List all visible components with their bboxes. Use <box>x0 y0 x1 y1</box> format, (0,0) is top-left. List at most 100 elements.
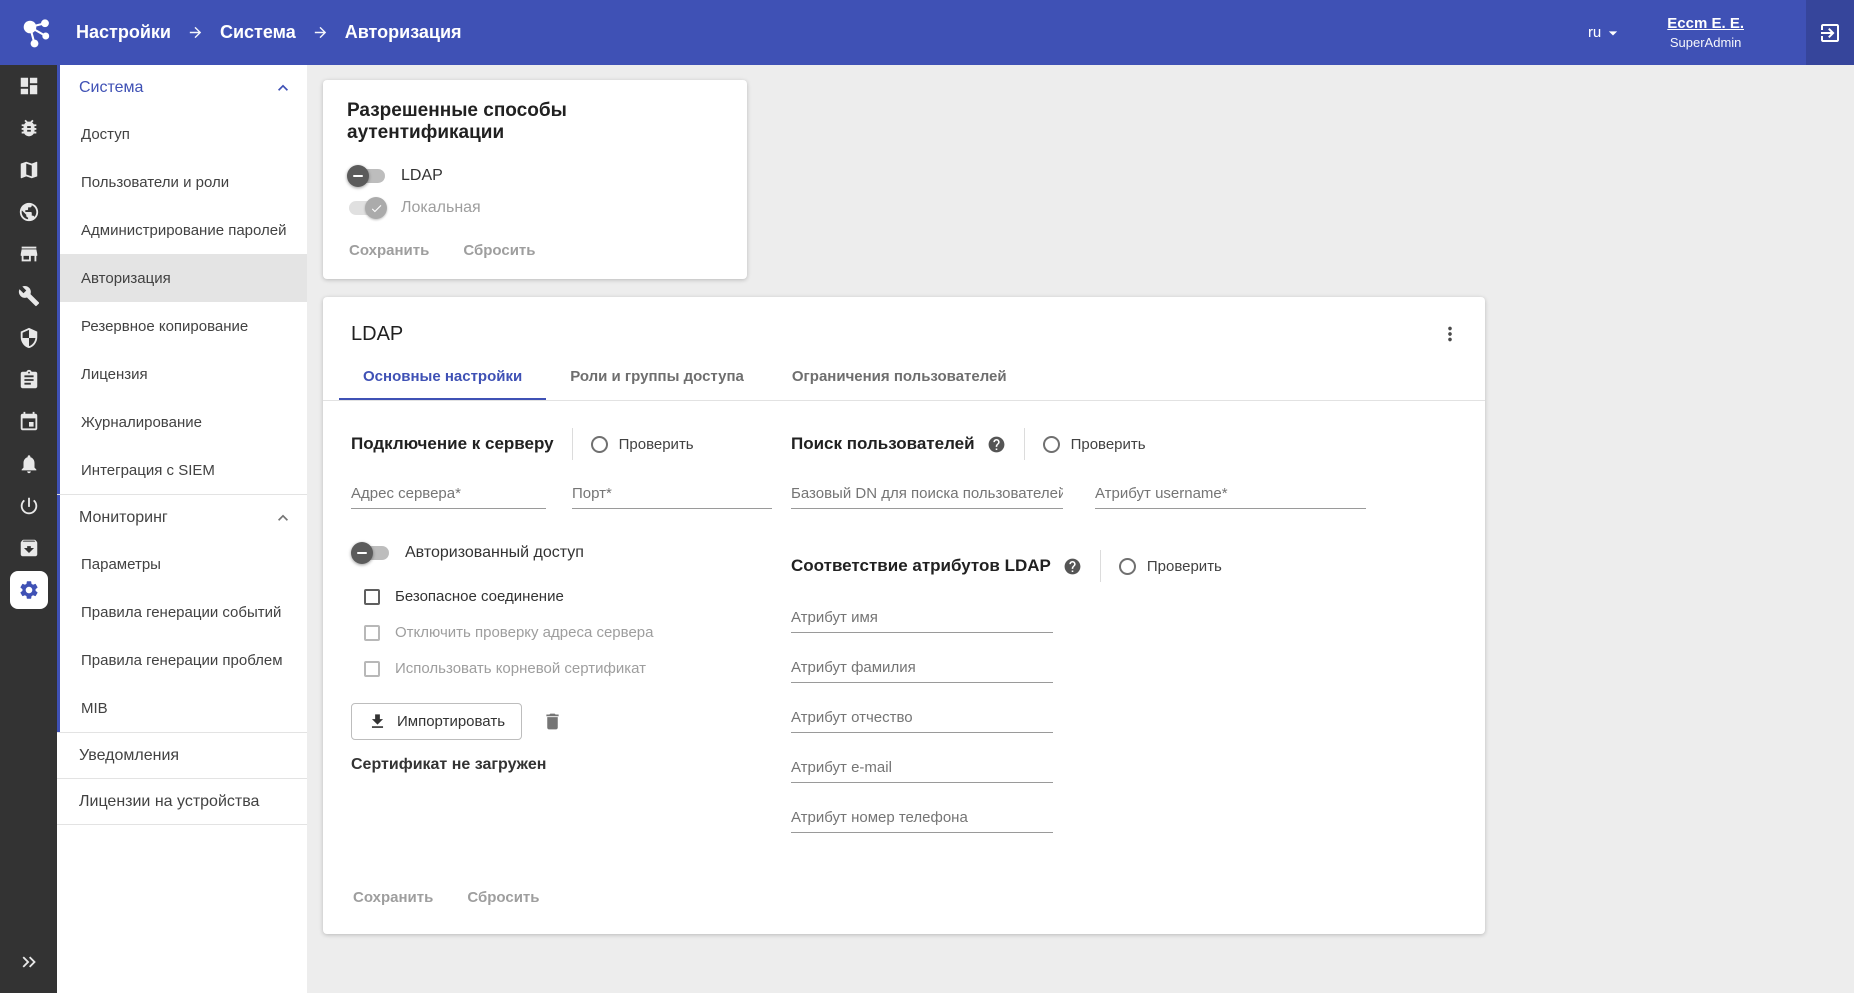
rail-item-devices[interactable] <box>0 233 57 275</box>
rail-item-security[interactable] <box>0 317 57 359</box>
user-search-section-header: Поиск пользователей Проверить <box>791 427 1457 461</box>
user-name[interactable]: Eccm E. E. <box>1667 15 1744 32</box>
ldap-reset-button[interactable]: Сбросить <box>465 883 541 912</box>
radio-icon <box>1119 558 1136 575</box>
sidebar-item-backup[interactable]: Резервное копирование <box>57 302 307 350</box>
rail-item-dashboard[interactable] <box>0 65 57 107</box>
language-selector[interactable]: ru <box>1588 23 1623 43</box>
attribute-mapping-check-label: Проверить <box>1147 558 1222 575</box>
breadcrumb-arrow-icon <box>187 24 204 41</box>
sidebar-group-header-device-licenses[interactable]: Лицензии на устройства <box>57 779 307 824</box>
attr-last-name-input[interactable] <box>791 653 1053 683</box>
authorized-access-toggle[interactable] <box>351 542 391 564</box>
ldap-toggle-row[interactable]: LDAP <box>347 160 723 192</box>
sidebar-group-header-monitoring[interactable]: Мониторинг <box>57 495 307 540</box>
sidebar-group-monitoring: Мониторинг Параметры Правила генерации с… <box>57 495 307 732</box>
sidebar-group-header-system[interactable]: Система <box>57 65 307 110</box>
import-certificate-button[interactable]: Импортировать <box>351 703 522 740</box>
chevron-up-icon <box>273 508 293 528</box>
local-toggle-row[interactable]: Локальная <box>347 192 723 224</box>
user-role: SuperAdmin <box>1667 35 1744 50</box>
sidebar-item-siem[interactable]: Интеграция с SIEM <box>57 446 307 494</box>
rail-item-schedule[interactable] <box>0 401 57 443</box>
sidebar-item-users-roles[interactable]: Пользователи и роли <box>57 158 307 206</box>
tab-roles-groups[interactable]: Роли и группы доступа <box>546 353 768 400</box>
breadcrumb-settings[interactable]: Настройки <box>76 22 171 43</box>
import-button-label: Импортировать <box>397 713 505 730</box>
tab-user-restrictions[interactable]: Ограничения пользователей <box>768 353 1031 400</box>
base-dn-input[interactable] <box>791 479 1063 509</box>
sidebar-item-event-rules[interactable]: Правила генерации событий <box>57 588 307 636</box>
rail-item-notifications[interactable] <box>0 443 57 485</box>
app-logo-icon[interactable] <box>14 11 58 55</box>
download-icon <box>368 712 387 731</box>
checkbox-disable-address-check[interactable]: Отключить проверку адреса сервера <box>351 624 791 641</box>
help-icon <box>1063 557 1082 576</box>
rail-item-map[interactable] <box>0 149 57 191</box>
divider <box>57 824 307 825</box>
rail-item-archive[interactable] <box>0 527 57 569</box>
checkbox-secure-connection[interactable]: Безопасное соединение <box>351 588 791 605</box>
sidebar-item-mib[interactable]: MIB <box>57 684 307 732</box>
ldap-card-title: LDAP <box>351 323 403 346</box>
connection-check-label: Проверить <box>619 436 694 453</box>
ldap-tabs: Основные настройки Роли и группы доступа… <box>323 353 1485 401</box>
attr-email-input[interactable] <box>791 753 1053 783</box>
power-icon <box>18 495 40 517</box>
auth-reset-button[interactable]: Сбросить <box>461 236 537 265</box>
local-toggle[interactable] <box>347 197 387 219</box>
rail-item-tasks[interactable] <box>0 359 57 401</box>
attribute-mapping-help-button[interactable] <box>1063 557 1082 576</box>
sidebar-item-problem-rules[interactable]: Правила генерации проблем <box>57 636 307 684</box>
port-input[interactable] <box>572 479 772 509</box>
ldap-toggle[interactable] <box>347 165 387 187</box>
username-attribute-input[interactable] <box>1095 479 1366 509</box>
language-label: ru <box>1588 24 1601 41</box>
logout-button[interactable] <box>1806 0 1854 65</box>
sidebar-item-access[interactable]: Доступ <box>57 110 307 158</box>
archive-icon <box>18 537 40 559</box>
breadcrumb-authorization[interactable]: Авторизация <box>345 22 462 43</box>
sidebar-item-license[interactable]: Лицензия <box>57 350 307 398</box>
ldap-menu-button[interactable] <box>1435 319 1465 349</box>
vertical-divider <box>1024 428 1025 460</box>
kebab-icon <box>1439 323 1461 345</box>
group-label: Мониторинг <box>79 509 168 527</box>
user-search-help-button[interactable] <box>987 435 1006 454</box>
sidebar-group-system: Система Доступ Пользователи и роли Админ… <box>57 65 307 494</box>
sidebar-item-parameters[interactable]: Параметры <box>57 540 307 588</box>
rail-item-problems[interactable] <box>0 107 57 149</box>
attr-phone-input[interactable] <box>791 803 1053 833</box>
tab-main-settings[interactable]: Основные настройки <box>339 353 546 400</box>
icon-rail <box>0 65 57 993</box>
checkbox-use-root-certificate[interactable]: Использовать корневой сертификат <box>351 660 791 677</box>
rail-item-settings[interactable] <box>0 569 57 611</box>
auth-save-button[interactable]: Сохранить <box>347 236 431 265</box>
rail-item-network[interactable] <box>0 191 57 233</box>
connection-check-radio[interactable]: Проверить <box>591 436 694 453</box>
rail-item-power[interactable] <box>0 485 57 527</box>
attr-first-name-input[interactable] <box>791 603 1053 633</box>
group-label: Уведомления <box>79 747 179 765</box>
sidebar-item-password-admin[interactable]: Администрирование паролей <box>57 206 307 254</box>
attribute-mapping-check-radio[interactable]: Проверить <box>1119 558 1222 575</box>
sidebar-item-logging[interactable]: Журналирование <box>57 398 307 446</box>
user-search-check-radio[interactable]: Проверить <box>1043 436 1146 453</box>
sidebar-expand-button[interactable] <box>0 941 57 983</box>
checkbox-label: Отключить проверку адреса сервера <box>395 624 653 641</box>
vertical-divider <box>1100 550 1101 582</box>
breadcrumb-system[interactable]: Система <box>220 22 296 43</box>
authorized-access-toggle-row[interactable]: Авторизованный доступ <box>351 537 791 569</box>
connection-fields-row <box>351 479 791 509</box>
sidebar-item-authorization[interactable]: Авторизация <box>57 254 307 302</box>
sidebar-group-header-notifications[interactable]: Уведомления <box>57 733 307 778</box>
user-menu[interactable]: Eccm E. E. SuperAdmin <box>1667 15 1744 50</box>
checkbox-label: Безопасное соединение <box>395 588 564 605</box>
delete-certificate-button[interactable] <box>540 709 565 734</box>
attr-middle-name-input[interactable] <box>791 703 1053 733</box>
rail-item-tools[interactable] <box>0 275 57 317</box>
server-address-input[interactable] <box>351 479 546 509</box>
checkbox-icon <box>364 625 380 641</box>
ldap-save-button[interactable]: Сохранить <box>351 883 435 912</box>
chevron-down-icon <box>1603 23 1623 43</box>
